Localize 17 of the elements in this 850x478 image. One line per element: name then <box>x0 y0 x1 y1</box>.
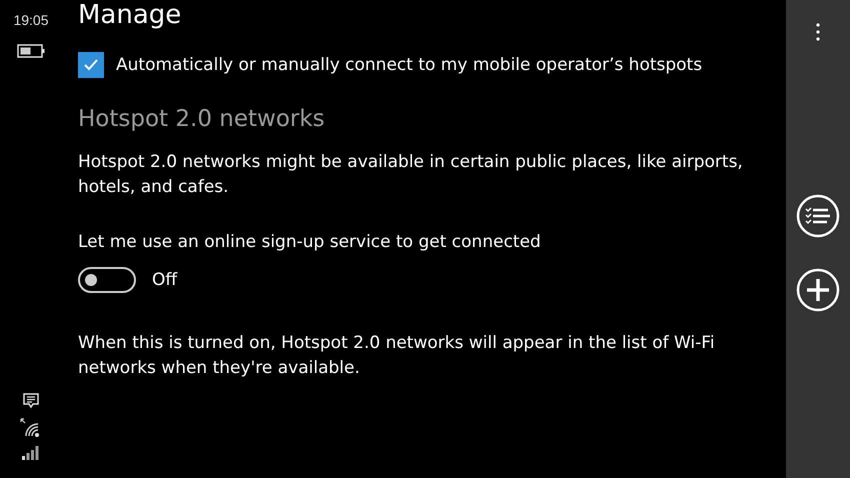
page-title: Manage <box>78 0 182 30</box>
toggle-switch[interactable] <box>78 267 136 293</box>
add-icon[interactable] <box>796 268 840 312</box>
wifi-icon <box>20 418 42 438</box>
checkbox[interactable] <box>78 52 104 78</box>
checklist-icon[interactable] <box>796 194 840 238</box>
more-icon[interactable] <box>815 22 821 42</box>
toggle-label: Let me use an online sign-up service to get connected <box>78 231 542 254</box>
section-heading: Hotspot 2.0 networks <box>78 106 326 132</box>
notification-icon <box>22 392 40 410</box>
clock-time: 19:05 <box>13 12 49 28</box>
note-text: When this is turned on, Hotspot 2.0 networks will appear in the list of Wi-Fi networks when they're available. <box>78 332 716 380</box>
section-description: Hotspot 2.0 networks might be available in certain public places, like airports, hotels, and cafes. <box>78 151 744 199</box>
toggle-state: Off <box>152 268 178 292</box>
signal-icon <box>21 446 41 460</box>
checkbox-label: Automatically or manually connect to my mobile operator’s hotspots <box>116 54 702 76</box>
battery-icon <box>17 44 45 58</box>
